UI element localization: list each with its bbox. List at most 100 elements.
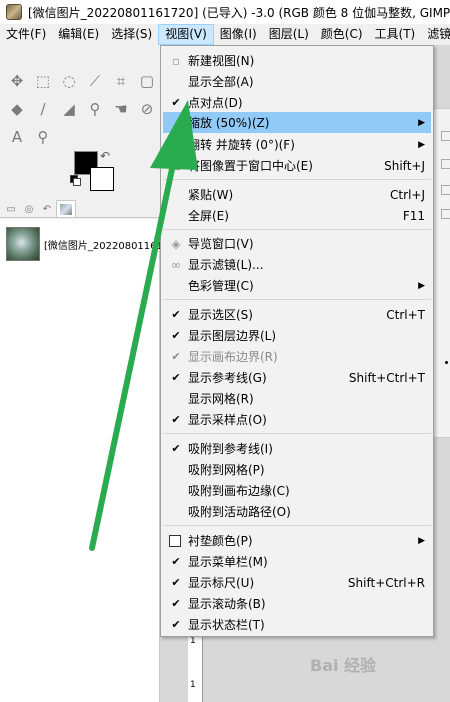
fuzzy-select-tool-icon[interactable]: ⟋	[82, 69, 108, 93]
zoom-in-icon	[441, 185, 450, 195]
menu-item-display-filters[interactable]: ∞ 显示滤镜(L)...	[163, 254, 431, 275]
menu-view[interactable]: 视图(V)	[158, 24, 214, 45]
radio-dot-icon	[445, 361, 448, 364]
submenu-arrow-icon: ▶	[418, 117, 425, 128]
menu-item-snap-to-active-path[interactable]: 吸附到活动路径(O)	[163, 501, 431, 522]
menu-item-snap-to-guides[interactable]: ✔ 吸附到参考线(I)	[163, 438, 431, 459]
navigation-icon: ◈	[171, 236, 181, 251]
crop-tool-icon[interactable]: ⌗	[108, 69, 134, 93]
menu-colors[interactable]: 颜色(C)	[315, 24, 369, 45]
menu-item-show-canvas-boundary: ✔ 显示画布边界(R)	[163, 346, 431, 367]
check-icon: ✔	[171, 329, 181, 342]
menu-tools[interactable]: 工具(T)	[369, 24, 422, 45]
menu-item-snap-to-canvas-edges[interactable]: 吸附到画布边缘(C)	[163, 480, 431, 501]
clone-tool-icon[interactable]: ⚲	[82, 97, 108, 121]
menu-item-navigation-window[interactable]: ◈ 导览窗口(V)	[163, 233, 431, 254]
menu-item-center-image[interactable]: ⊡ 将图像置于窗口中心(E) Shift+J	[163, 155, 431, 176]
check-icon: ✔	[171, 576, 181, 589]
images-tab-icon[interactable]	[56, 200, 76, 217]
menu-select[interactable]: 选择(S)	[105, 24, 158, 45]
move-tool-icon[interactable]: ✥	[4, 69, 30, 93]
center-image-icon: ⊡	[170, 158, 182, 173]
new-view-icon: ▫	[171, 53, 181, 68]
flip-rotate-icon: ⇆	[170, 137, 182, 152]
check-icon: ✔	[171, 350, 181, 363]
menu-item-dot-for-dot[interactable]: ✔ 点对点(D)	[163, 92, 431, 113]
submenu-arrow-icon: ▶	[418, 139, 425, 150]
check-icon: ✔	[171, 96, 181, 109]
menu-separator	[163, 299, 431, 300]
tool-options-tab-icon[interactable]: ▭	[2, 201, 20, 217]
menu-item-show-grid[interactable]: 显示网格(R)	[163, 388, 431, 409]
menu-separator	[163, 433, 431, 434]
menu-item-show-selection[interactable]: ✔ 显示选区(S) Ctrl+T	[163, 304, 431, 325]
checkbox-icon	[169, 535, 181, 547]
menu-separator	[163, 179, 431, 180]
check-icon: ✔	[171, 555, 181, 568]
paintbrush-tool-icon[interactable]: ∕	[30, 97, 56, 121]
ruler-tick: 1	[190, 680, 196, 690]
menu-layer[interactable]: 图层(L)	[263, 24, 315, 45]
menu-image[interactable]: 图像(I)	[214, 24, 263, 45]
menu-separator	[163, 229, 431, 230]
zoom-fit-icon	[441, 209, 450, 219]
device-status-tab-icon[interactable]: ◎	[20, 201, 38, 217]
zoom-out-icon	[441, 159, 450, 169]
undo-history-tab-icon[interactable]: ↶	[38, 201, 56, 217]
gimp-app-icon	[6, 4, 22, 20]
submenu-arrow-icon: ▶	[418, 535, 425, 546]
menu-edit[interactable]: 编辑(E)	[52, 24, 105, 45]
lasso-tool-icon[interactable]: ◌	[56, 69, 82, 93]
check-icon: ✔	[171, 371, 181, 384]
check-icon: ✔	[171, 442, 181, 455]
unified-transform-tool-icon[interactable]: ▢	[134, 69, 160, 93]
submenu-arrow-icon: ▶	[418, 280, 425, 291]
dock-tabs: ▭ ◎ ↶	[0, 198, 160, 218]
menu-item-snap-to-grid[interactable]: 吸附到网格(P)	[163, 459, 431, 480]
image-list-item[interactable]: [微信图片_202208011617	[6, 227, 169, 261]
menu-item-show-menubar[interactable]: ✔ 显示菜单栏(M)	[163, 551, 431, 572]
menu-item-flip-rotate[interactable]: ⇆ 翻转 并旋转 (0°)(F) ▶	[163, 134, 431, 155]
menu-file[interactable]: 文件(F)	[0, 24, 52, 45]
images-panel: [微信图片_202208011617	[0, 219, 169, 702]
zoom-revert-icon	[441, 131, 450, 141]
menu-item-show-guides[interactable]: ✔ 显示参考线(G) Shift+Ctrl+T	[163, 367, 431, 388]
menu-filters[interactable]: 滤镜	[421, 24, 450, 45]
background-color-swatch[interactable]	[90, 167, 114, 191]
menu-item-color-management[interactable]: 色彩管理(C) ▶	[163, 275, 431, 296]
menu-item-show-rulers[interactable]: ✔ 显示标尺(U) Shift+Ctrl+R	[163, 572, 431, 593]
image-thumbnail	[6, 227, 40, 261]
swap-colors-icon[interactable]: ↶	[100, 149, 110, 163]
menu-item-show-scrollbars[interactable]: ✔ 显示滚动条(B)	[163, 593, 431, 614]
view-menu: ▫ 新建视图(N) 显示全部(A) ✔ 点对点(D) 缩放 (50%)(Z) ▶…	[160, 45, 434, 637]
title-bar: [微信图片_20220801161720] (已导入) -3.0 (RGB 颜色…	[0, 0, 450, 24]
zoom-submenu[interactable]	[432, 108, 450, 438]
image-name: [微信图片_202208011617	[44, 240, 170, 252]
menu-item-new-view[interactable]: ▫ 新建视图(N)	[163, 50, 431, 71]
display-filters-icon: ∞	[171, 257, 181, 272]
watermark: Bai 经验	[310, 656, 377, 675]
eraser-tool-icon[interactable]: ◢	[56, 97, 82, 121]
menu-bar: 文件(F) 编辑(E) 选择(S) 视图(V) 图像(I) 图层(L) 颜色(C…	[0, 24, 450, 45]
menu-item-shrink-wrap[interactable]: 紧贴(W) Ctrl+J	[163, 184, 431, 205]
text-tool-icon[interactable]: A	[4, 125, 30, 149]
rect-select-tool-icon[interactable]: ⬚	[30, 69, 56, 93]
menu-item-show-all[interactable]: 显示全部(A)	[163, 71, 431, 92]
menu-item-fullscreen[interactable]: 全屏(E) F11	[163, 205, 431, 226]
smudge-tool-icon[interactable]: ☚	[108, 97, 134, 121]
check-icon: ✔	[171, 413, 181, 426]
ruler-tick: 1	[190, 636, 196, 646]
check-icon: ✔	[171, 618, 181, 631]
menu-item-show-statusbar[interactable]: ✔ 显示状态栏(T)	[163, 614, 431, 635]
check-icon: ✔	[171, 597, 181, 610]
path-tool-icon[interactable]: ⊘	[134, 97, 160, 121]
toolbox: ✥ ⬚ ◌ ⟋ ⌗ ▢ ◆ ∕ ◢ ⚲ ☚ ⊘ A ⚲ ↶	[0, 45, 160, 195]
bucket-fill-tool-icon[interactable]: ◆	[4, 97, 30, 121]
menu-item-show-sample-points[interactable]: ✔ 显示采样点(O)	[163, 409, 431, 430]
default-colors-icon[interactable]	[70, 175, 81, 186]
menu-item-show-layer-boundary[interactable]: ✔ 显示图层边界(L)	[163, 325, 431, 346]
zoom-tool-icon[interactable]: ⚲	[30, 125, 56, 149]
menu-item-zoom[interactable]: 缩放 (50%)(Z) ▶	[163, 112, 431, 133]
check-icon: ✔	[171, 308, 181, 321]
menu-item-padding-color[interactable]: 衬垫颜色(P) ▶	[163, 530, 431, 551]
